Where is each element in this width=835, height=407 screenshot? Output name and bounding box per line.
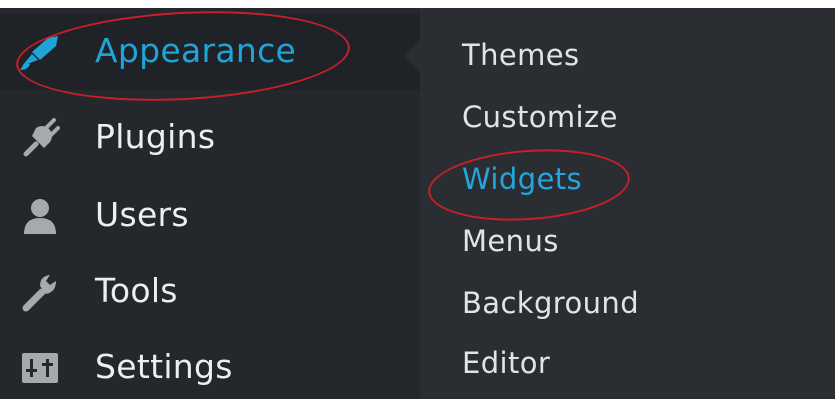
menu-item-tools[interactable]: Tools: [0, 254, 420, 330]
menu-label-appearance: Appearance: [95, 30, 297, 70]
menu-label-users: Users: [95, 194, 189, 234]
plugin-icon: [18, 116, 62, 160]
submenu-item-themes[interactable]: Themes: [462, 38, 580, 72]
admin-menu-frame: Appearance Plugins Users Tools Settings …: [0, 3, 835, 399]
menu-item-plugins[interactable]: Plugins: [0, 100, 420, 176]
appearance-submenu: Themes Customize Widgets Menus Backgroun…: [420, 8, 835, 399]
menu-item-users[interactable]: Users: [0, 178, 420, 254]
submenu-item-editor[interactable]: Editor: [462, 346, 550, 380]
settings-icon: [18, 346, 62, 390]
menu-item-settings[interactable]: Settings: [0, 330, 420, 406]
menu-item-appearance[interactable]: Appearance: [0, 14, 420, 90]
submenu-item-background[interactable]: Background: [462, 286, 639, 320]
user-icon: [18, 194, 62, 238]
menu-label-plugins: Plugins: [95, 116, 216, 156]
menu-label-tools: Tools: [95, 270, 178, 310]
submenu-pointer: [404, 40, 420, 72]
submenu-item-widgets[interactable]: Widgets: [462, 162, 582, 196]
wrench-icon: [18, 270, 62, 314]
submenu-item-menus[interactable]: Menus: [462, 224, 559, 258]
submenu-item-customize[interactable]: Customize: [462, 100, 618, 134]
menu-label-settings: Settings: [95, 346, 233, 386]
paintbrush-icon: [18, 30, 62, 74]
admin-sidebar: Appearance Plugins Users Tools Settings: [0, 8, 420, 399]
